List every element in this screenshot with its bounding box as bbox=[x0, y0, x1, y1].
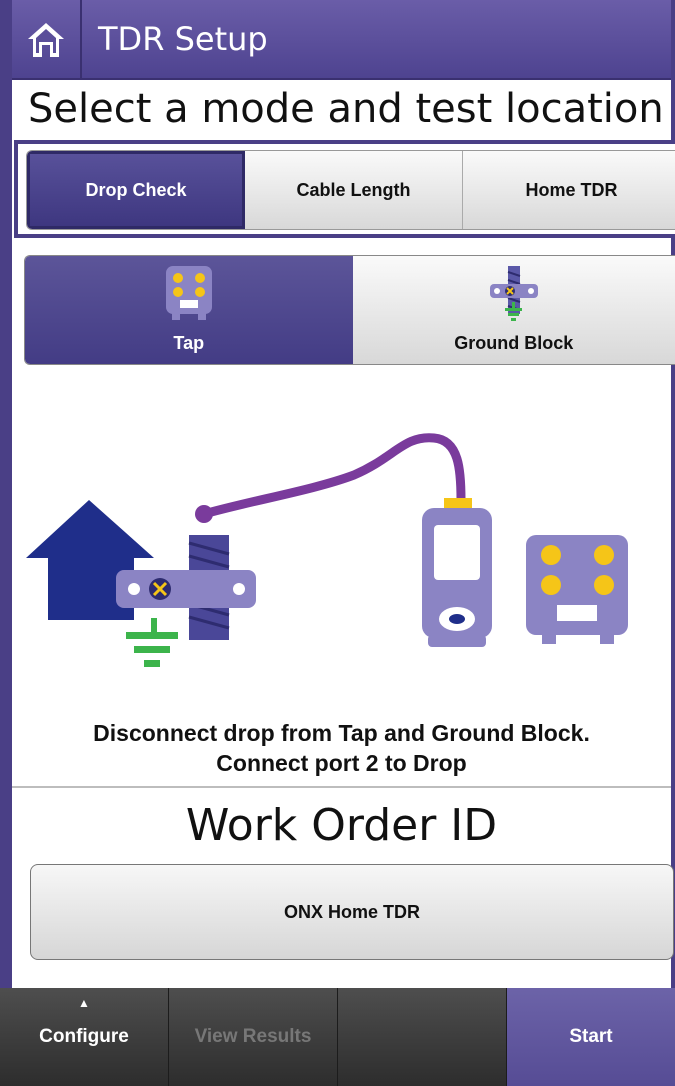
mode-drop-check-button[interactable]: Drop Check bbox=[27, 151, 245, 229]
tap-icon bbox=[165, 266, 212, 320]
mode-home-tdr-button[interactable]: Home TDR bbox=[463, 151, 675, 229]
start-label: Start bbox=[569, 1026, 613, 1047]
instruction-heading: Select a mode and test location bbox=[28, 86, 664, 132]
instruction-line-2: Connect port 2 to Drop bbox=[216, 750, 467, 776]
page-title: TDR Setup bbox=[98, 20, 268, 58]
instruction-line-1: Disconnect drop from Tap and Ground Bloc… bbox=[93, 720, 590, 746]
section-divider bbox=[12, 786, 671, 788]
toolbar-empty-slot bbox=[338, 988, 507, 1086]
configure-label: Configure bbox=[39, 1026, 129, 1047]
home-icon bbox=[28, 23, 64, 57]
ground-block-icon bbox=[489, 266, 538, 321]
mode-cable-length-button[interactable]: Cable Length bbox=[245, 151, 463, 229]
caret-up-icon: ▲ bbox=[78, 996, 90, 1010]
view-results-label: View Results bbox=[194, 1026, 312, 1047]
mode-selector: Drop Check Cable Length Home TDR bbox=[14, 140, 675, 238]
location-tap-button[interactable]: Tap bbox=[25, 256, 353, 364]
instruction-text: Disconnect drop from Tap and Ground Bloc… bbox=[12, 718, 671, 778]
location-tap-label: Tap bbox=[173, 333, 205, 353]
drop-cable bbox=[199, 433, 466, 519]
tap-illustration bbox=[526, 535, 628, 644]
configure-button[interactable]: ▲ Configure bbox=[0, 988, 169, 1086]
work-order-id-field[interactable]: ONX Home TDR bbox=[30, 864, 674, 960]
location-selector: Tap Ground Block bbox=[24, 255, 675, 365]
connection-illustration bbox=[26, 433, 628, 667]
view-results-button[interactable]: View Results bbox=[169, 988, 338, 1086]
location-ground-block-button[interactable]: Ground Block bbox=[352, 256, 675, 364]
location-ground-block-label: Ground Block bbox=[454, 333, 574, 353]
app-header: TDR Setup bbox=[12, 0, 671, 80]
bottom-toolbar: ▲ Configure View Results Start bbox=[0, 988, 675, 1086]
work-order-title: Work Order ID bbox=[185, 800, 498, 851]
start-button[interactable]: Start bbox=[507, 988, 675, 1086]
tdr-meter-illustration bbox=[422, 498, 492, 647]
home-button[interactable] bbox=[12, 0, 82, 80]
